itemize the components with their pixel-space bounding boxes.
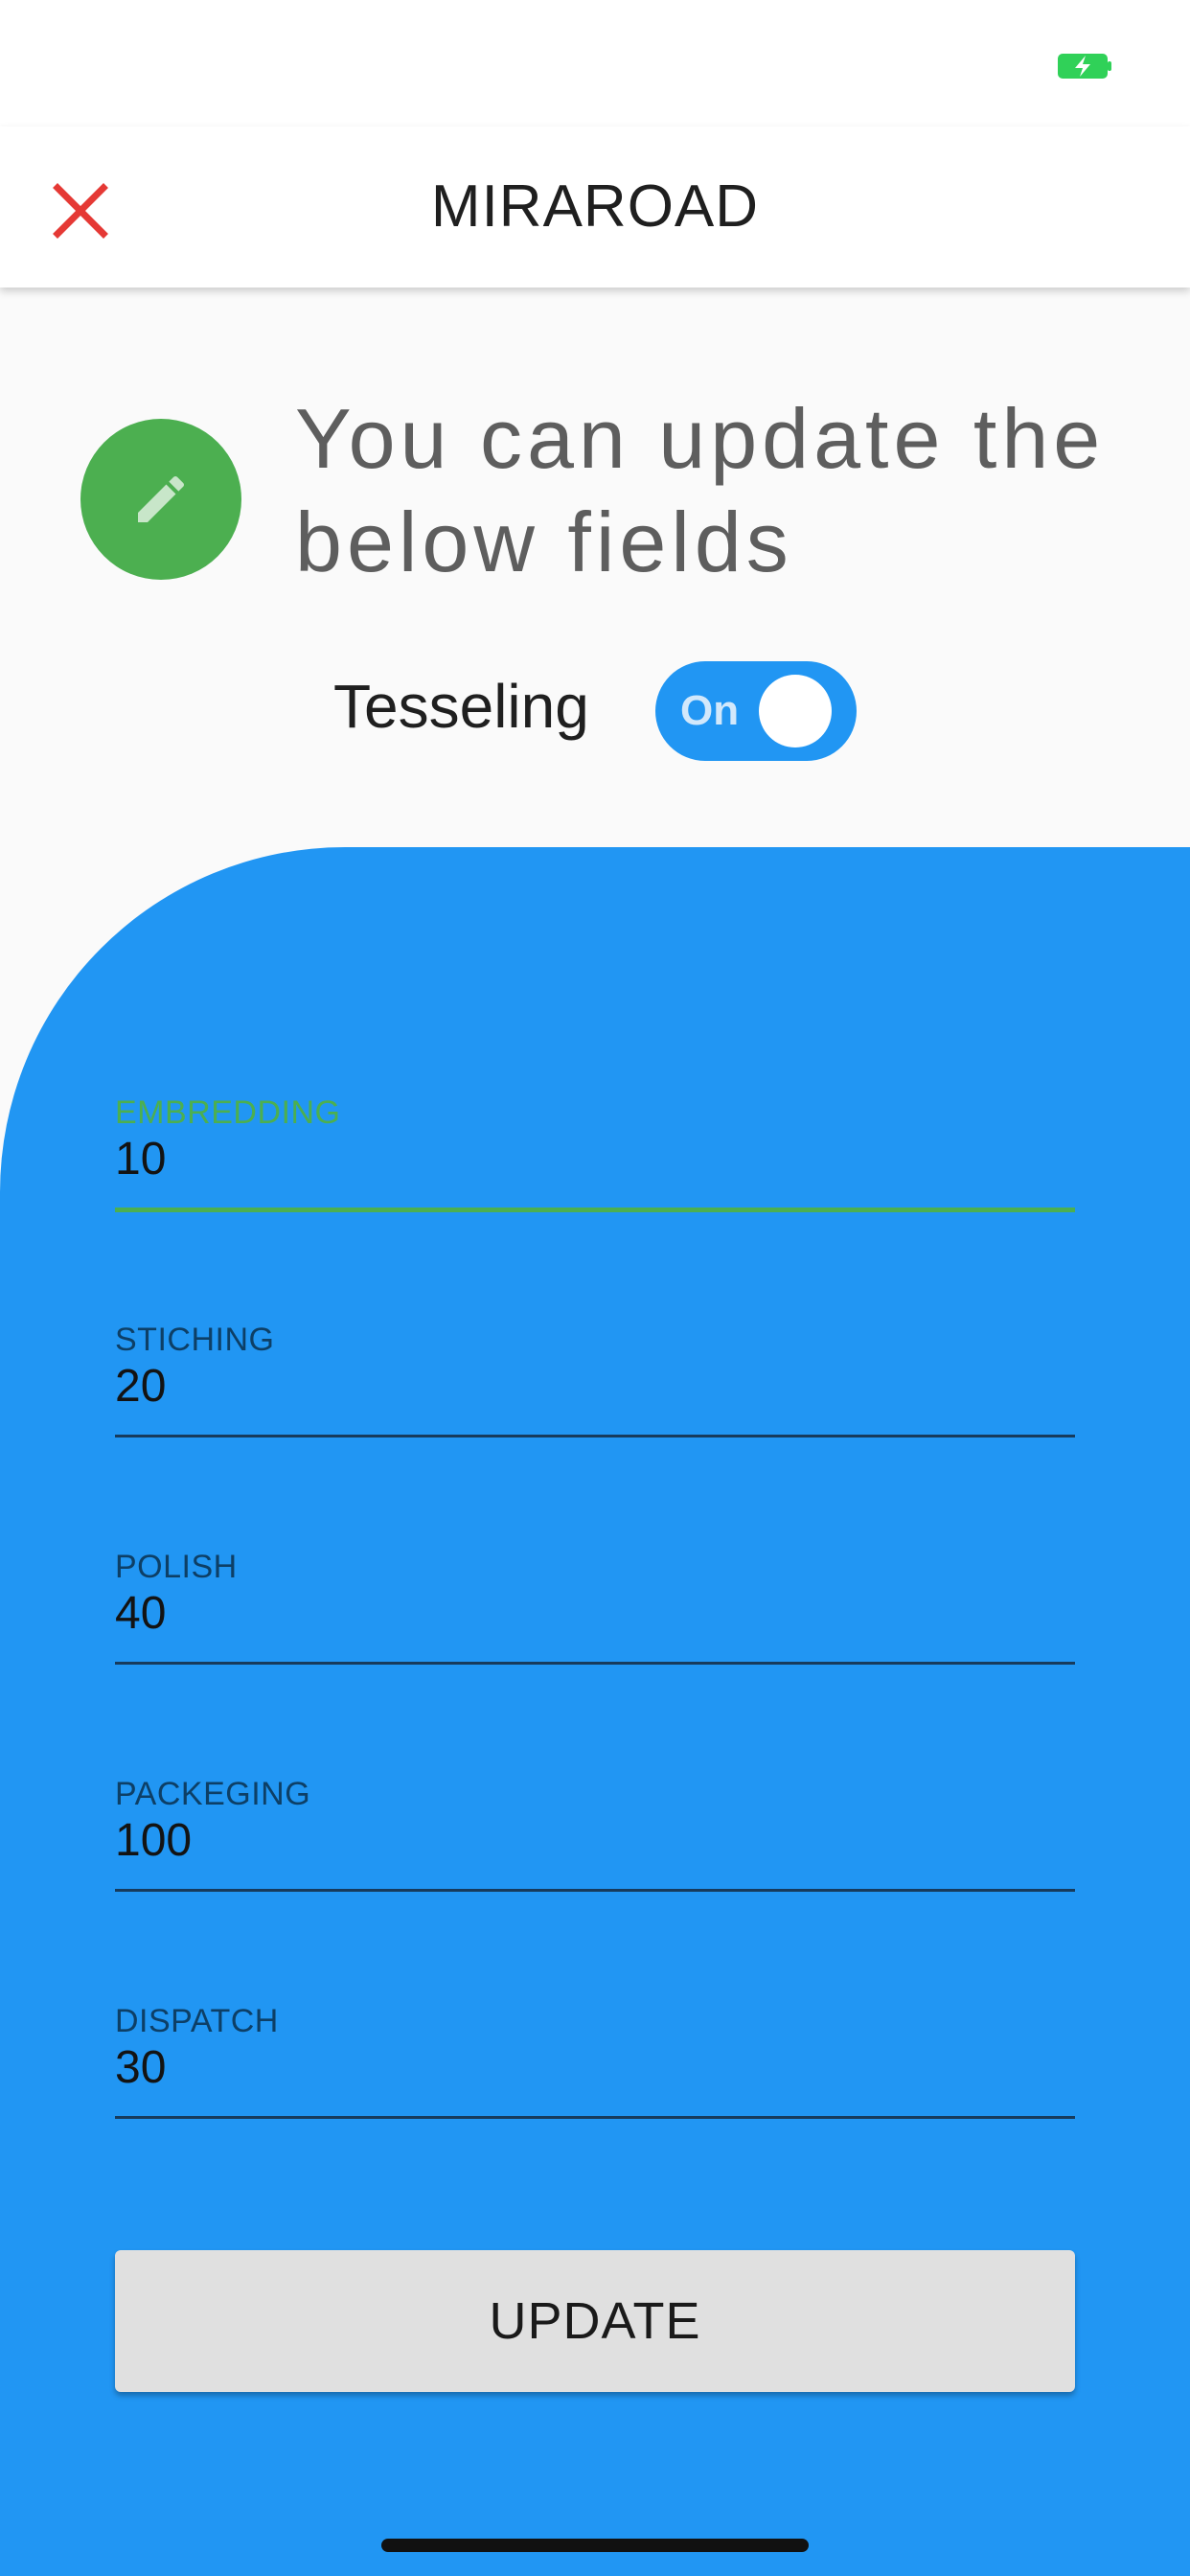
field-underline [115, 2116, 1075, 2119]
embredding-field[interactable]: EMBREDDING 10 [115, 1094, 1075, 1229]
status-bar [0, 0, 1190, 126]
field-value: 100 [115, 1815, 193, 1866]
dispatch-field[interactable]: DISPATCH 30 [115, 2003, 1075, 2137]
toggle-state-text: On [680, 687, 740, 734]
tesseling-toggle[interactable]: On [655, 661, 857, 761]
field-label: DISPATCH [115, 2003, 279, 2039]
field-value: 40 [115, 1588, 167, 1639]
field-underline [115, 1208, 1075, 1212]
close-icon [53, 183, 108, 239]
stiching-field[interactable]: STICHING 20 [115, 1322, 1075, 1456]
close-button[interactable] [46, 176, 115, 245]
home-indicator[interactable] [381, 2539, 809, 2552]
field-underline [115, 1889, 1075, 1892]
packeging-field[interactable]: PACKEGING 100 [115, 1776, 1075, 1910]
toggle-knob [759, 675, 832, 748]
update-button[interactable]: UPDATE [115, 2250, 1075, 2392]
field-value: 30 [115, 2042, 167, 2093]
screen: MIRAROAD You can update the below fields… [0, 0, 1190, 2576]
app-bar: MIRAROAD [0, 126, 1190, 288]
battery-charging-icon [1058, 54, 1111, 79]
toggle-label: Tesseling [333, 672, 589, 741]
edit-avatar [80, 419, 241, 580]
field-value: 10 [115, 1134, 167, 1184]
field-label: PACKEGING [115, 1776, 311, 1812]
field-label: STICHING [115, 1322, 275, 1358]
field-value: 20 [115, 1361, 167, 1412]
field-label: POLISH [115, 1549, 238, 1585]
page-title: MIRAROAD [430, 173, 760, 240]
field-underline [115, 1435, 1075, 1438]
headline: You can update the below fields [295, 391, 1106, 589]
polish-field[interactable]: POLISH 40 [115, 1549, 1075, 1683]
field-underline [115, 1662, 1075, 1665]
field-label: EMBREDDING [115, 1094, 341, 1131]
pencil-icon [138, 475, 185, 522]
